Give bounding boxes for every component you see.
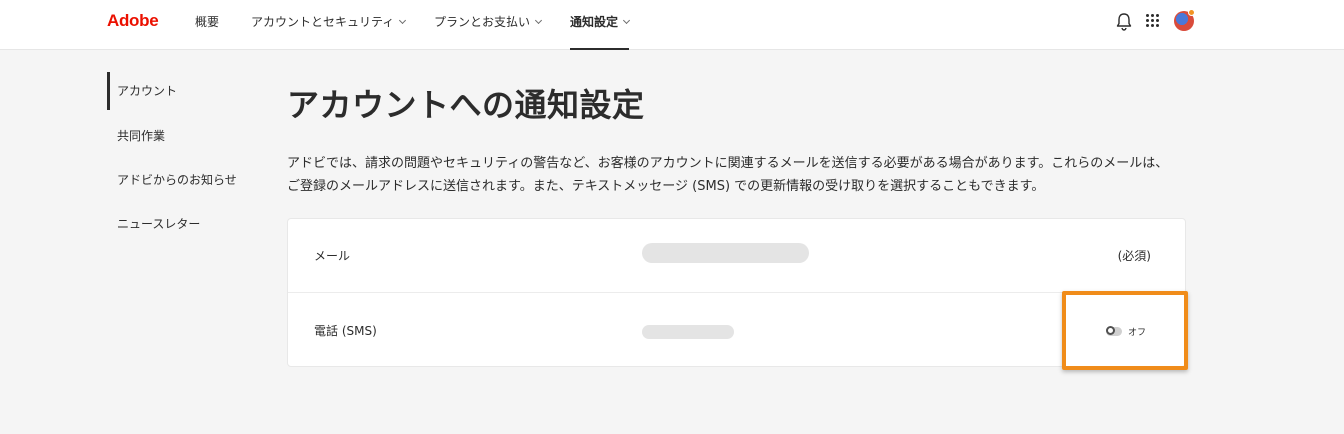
chevron-down-icon <box>534 16 543 25</box>
notification-dot <box>1188 9 1195 16</box>
nav-plans-billing-label: プランとお支払い <box>434 15 531 29</box>
sms-row: 電話 (SMS) オフ <box>288 293 1185 367</box>
highlight-annotation-box <box>1062 291 1188 370</box>
nav-overview[interactable]: 概要 <box>195 0 219 50</box>
bell-icon[interactable] <box>1115 12 1133 32</box>
nav-overview-label: 概要 <box>195 15 220 29</box>
email-row: メール (必須) <box>288 219 1185 293</box>
nav-account-security-label: アカウントとセキュリティ <box>251 15 395 29</box>
sidebar-item-account[interactable]: アカウント <box>107 72 267 110</box>
sidebar-item-adobe-news[interactable]: アドビからのお知らせ <box>107 160 267 204</box>
apps-grid-icon[interactable] <box>1146 14 1160 28</box>
description-line: アドビでは、請求の問題やセキュリティの警告など、お客様のアカウントに関連するメー… <box>287 156 1169 171</box>
page-description: アドビでは、請求の問題やセキュリティの警告など、お客様のアカウントに関連するメー… <box>287 152 1187 198</box>
nav-notification-settings[interactable]: 通知設定 <box>570 0 631 50</box>
adobe-logo[interactable]: Adobe <box>107 11 159 31</box>
email-label: メール <box>314 249 351 263</box>
nav-notification-settings-label: 通知設定 <box>570 15 619 29</box>
chevron-down-icon <box>622 16 631 25</box>
sidebar-item-label: 共同作業 <box>117 129 166 143</box>
sidebar-item-label: アドビからのお知らせ <box>117 173 237 187</box>
nav-plans-billing[interactable]: プランとお支払い <box>434 0 543 50</box>
sidebar-item-label: アカウント <box>117 84 178 98</box>
sidebar-item-collaboration[interactable]: 共同作業 <box>107 116 267 160</box>
chevron-down-icon <box>399 16 407 25</box>
required-badge: (必須) <box>1117 249 1151 263</box>
sidebar: アカウント 共同作業 アドビからのお知らせ ニュースレター <box>107 72 267 248</box>
sidebar-item-label: ニュースレター <box>117 217 201 231</box>
notification-settings-card: メール (必須) 電話 (SMS) オフ <box>287 218 1186 367</box>
description-line: ご登録のメールアドレスに送信されます。また、テキストメッセージ (SMS) での… <box>287 179 1045 194</box>
page-title: アカウントへの通知設定 <box>287 86 645 124</box>
phone-value-placeholder <box>642 325 734 339</box>
top-navigation-bar: Adobe 概要 アカウントとセキュリティ プランとお支払い 通知設定 <box>0 0 1344 50</box>
email-value-placeholder <box>642 243 809 263</box>
nav-account-security[interactable]: アカウントとセキュリティ <box>251 0 407 50</box>
sidebar-item-newsletter[interactable]: ニュースレター <box>107 204 267 248</box>
sms-label: 電話 (SMS) <box>314 324 377 338</box>
